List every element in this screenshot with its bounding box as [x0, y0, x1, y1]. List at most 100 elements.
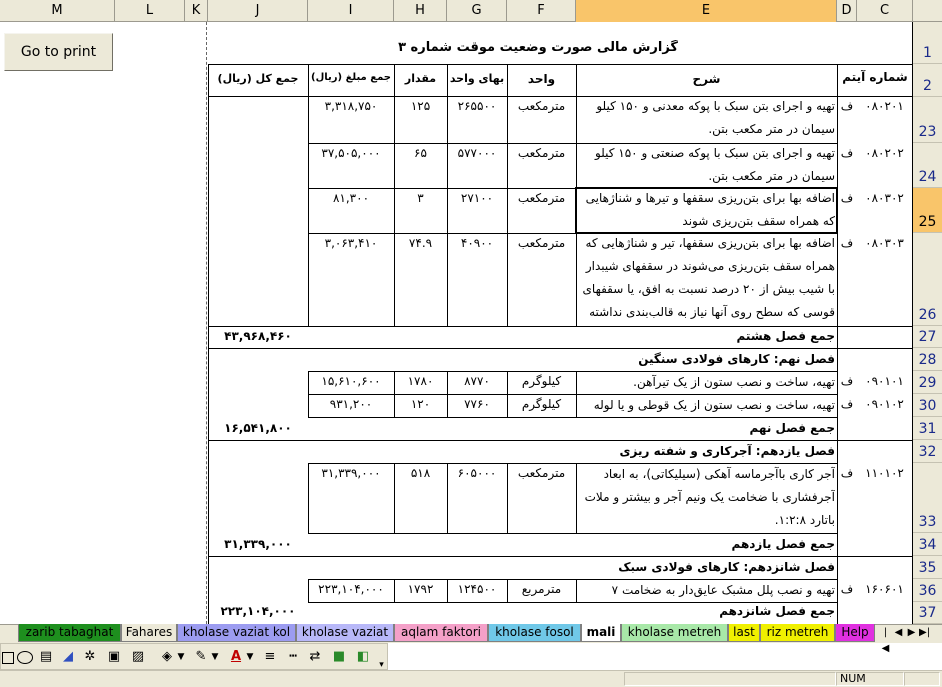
line-color-dropdown-icon[interactable]: ▼ [210, 648, 220, 666]
sheet-tab-kholase-vaziat[interactable]: kholase vaziat [296, 624, 394, 642]
sheet-tab-fahares[interactable]: Fahares [121, 624, 177, 642]
line-color-icon[interactable]: ✎ [192, 648, 210, 666]
item-amount[interactable]: ۱۵,۶۱۰,۶۰۰ [308, 374, 394, 392]
column-header-k[interactable]: K [185, 0, 208, 22]
section-heading[interactable]: فصل شانزدهم: کارهای فولادی سبک [578, 560, 835, 578]
item-prefix[interactable]: ف [837, 374, 857, 392]
item-unit[interactable]: کیلوگرم [507, 374, 576, 392]
column-header-h[interactable]: H [394, 0, 447, 22]
item-code[interactable]: ۱۶۰۶۰۱ [857, 582, 912, 600]
item-unit[interactable]: مترمکعب [507, 191, 576, 209]
sheet-tab-kholase-fosol[interactable]: kholase fosol [488, 624, 581, 642]
row-header-30[interactable]: 30 [913, 394, 942, 417]
select-all-corner[interactable] [913, 0, 942, 22]
first-sheet-icon[interactable]: |◀ [880, 625, 891, 654]
dash-style-icon[interactable]: ┅ [285, 648, 301, 666]
item-amount[interactable]: ۸۱,۳۰۰ [308, 191, 394, 209]
section-heading[interactable]: فصل یازدهم: آجرکاری و شفته ریزی [578, 444, 835, 462]
row-header-31[interactable]: 31 [913, 417, 942, 440]
section-sum-label[interactable]: جمع فصل نهم [578, 421, 835, 439]
column-header-g[interactable]: G [447, 0, 507, 22]
item-code[interactable]: ۰۹۰۱۰۲ [857, 397, 912, 415]
item-quantity[interactable]: ۱۷۸۰ [394, 374, 447, 392]
item-amount[interactable]: ۳۱,۳۳۹,۰۰۰ [308, 466, 394, 484]
sheet-tab-mali[interactable]: mali [581, 624, 621, 642]
section-total[interactable]: ۴۳,۹۶۸,۴۶۰ [208, 329, 308, 347]
item-quantity[interactable]: ۱۲۰ [394, 397, 447, 415]
item-code[interactable]: ۰۸۰۲۰۲ [857, 146, 912, 164]
oval-icon[interactable] [17, 651, 33, 664]
item-unit-price[interactable]: ۲۶۵۵۰۰ [447, 99, 507, 117]
line-style-icon[interactable]: ≡ [262, 648, 278, 666]
row-header-35[interactable]: 35 [913, 556, 942, 579]
item-unit-price[interactable]: ۵۷۷۰۰۰ [447, 146, 507, 164]
row-header-37[interactable]: 37 [913, 602, 942, 624]
item-description[interactable]: اضافه بها برای بتن‌ریزی سقفها و تیرها و … [580, 187, 835, 233]
column-header-i[interactable]: I [308, 0, 394, 22]
item-quantity[interactable]: ۷۴.۹ [394, 236, 447, 254]
item-unit-price[interactable]: ۸۷۷۰ [447, 374, 507, 392]
go-to-print-button[interactable]: Go to print [4, 33, 113, 71]
item-prefix[interactable]: ف [837, 236, 857, 254]
shadow-style-icon[interactable]: ■ [331, 648, 347, 666]
row-header-25[interactable]: 25 [913, 188, 942, 233]
next-sheet-icon[interactable]: ▶ [906, 625, 917, 641]
item-code[interactable]: ۱۱۰۱۰۲ [857, 466, 912, 484]
item-description[interactable]: تهیه، ساخت و نصب ستون از یک قوطی و یا لو… [580, 394, 835, 417]
sheet-tab-aqlam-faktori[interactable]: aqlam faktori [394, 624, 488, 642]
column-header-j[interactable]: J [208, 0, 308, 22]
item-description[interactable]: آجر کاری باآجرماسه آهکی (سیلیکاتی)، به ا… [580, 463, 835, 533]
wordart-icon[interactable]: ◢ [60, 648, 76, 666]
section-sum-label[interactable]: جمع فصل هشتم [578, 329, 835, 347]
item-unit[interactable]: مترمکعب [507, 236, 576, 254]
row-header-36[interactable]: 36 [913, 579, 942, 602]
row-header-34[interactable]: 34 [913, 533, 942, 556]
section-sum-label[interactable]: جمع فصل یازدهم [578, 537, 835, 555]
section-total[interactable]: ۱۶,۵۴۱,۸۰۰ [208, 421, 308, 439]
section-heading[interactable]: فصل نهم: کارهای فولادی سنگین [578, 352, 835, 370]
item-prefix[interactable]: ف [837, 582, 857, 600]
item-prefix[interactable]: ف [837, 146, 857, 164]
item-unit-price[interactable]: ۱۲۴۵۰۰ [447, 582, 507, 600]
item-description[interactable]: اضافه بها برای بتن‌ریزی سقفها، تیر و شنا… [580, 232, 835, 325]
item-quantity[interactable]: ۵۱۸ [394, 466, 447, 484]
row-header-23[interactable]: 23 [913, 97, 942, 143]
font-color-dropdown-icon[interactable]: ▼ [245, 648, 255, 666]
column-header-d[interactable]: D [837, 0, 857, 22]
item-description[interactable]: تهیه و اجرای بتن سبک با پوکه صنعتی و ۱۵۰… [580, 142, 835, 188]
item-unit[interactable]: مترمکعب [507, 466, 576, 484]
sheet-tab-zarib-tabaghat[interactable]: zarib tabaghat [18, 624, 121, 642]
item-description[interactable]: تهیه و نصب پلل مشبک عایق‌دار به ضخامت ۷ [580, 579, 835, 602]
column-header-c[interactable]: C [857, 0, 913, 22]
item-code[interactable]: ۰۸۰۲۰۱ [857, 99, 912, 117]
item-quantity[interactable]: ۶۵ [394, 146, 447, 164]
sheet-tab-kholase-metreh[interactable]: kholase metreh [621, 624, 728, 642]
item-unit[interactable]: مترمکعب [507, 146, 576, 164]
item-code[interactable]: ۰۸۰۳۰۳ [857, 236, 912, 254]
item-unit[interactable]: مترمکعب [507, 99, 576, 117]
prev-sheet-icon[interactable]: ◀ [893, 625, 904, 641]
row-header-26[interactable]: 26 [913, 233, 942, 326]
diagram-icon[interactable]: ✲ [82, 648, 98, 666]
column-header-m[interactable]: M [0, 0, 115, 22]
row-header-2[interactable]: 2 [913, 64, 942, 97]
row-header-1[interactable]: 1 [913, 22, 942, 64]
item-quantity[interactable]: ۱۷۹۲ [394, 582, 447, 600]
section-sum-label[interactable]: جمع فصل شانزدهم [578, 604, 835, 622]
section-total[interactable]: ۲۲۳,۱۰۴,۰۰۰ [208, 604, 308, 622]
item-amount[interactable]: ۹۳۱,۲۰۰ [308, 397, 394, 415]
column-header-e[interactable]: E [576, 0, 837, 22]
row-header-28[interactable]: 28 [913, 348, 942, 371]
item-unit-price[interactable]: ۴۰۹۰۰ [447, 236, 507, 254]
sheet-tab-riz-metreh[interactable]: riz metreh [760, 624, 835, 642]
item-prefix[interactable]: ف [837, 397, 857, 415]
last-sheet-icon[interactable]: ▶| [919, 625, 930, 641]
textbox-icon[interactable]: ▤ [38, 648, 54, 666]
item-quantity[interactable]: ۳ [394, 191, 447, 209]
clipart-icon[interactable]: ▣ [106, 648, 122, 666]
item-unit-price[interactable]: ۲۷۱۰۰ [447, 191, 507, 209]
item-unit-price[interactable]: ۶۰۵۰۰۰ [447, 466, 507, 484]
row-header-29[interactable]: 29 [913, 371, 942, 394]
item-prefix[interactable]: ف [837, 191, 857, 209]
item-prefix[interactable]: ف [837, 466, 857, 484]
